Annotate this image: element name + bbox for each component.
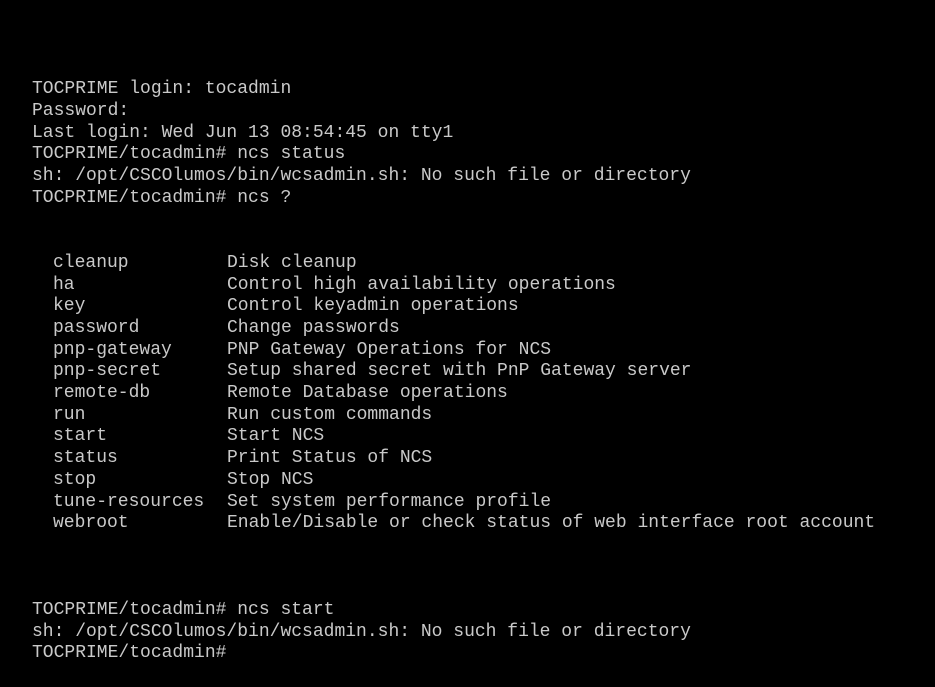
command-help-row: ha Control high availability operations	[32, 275, 875, 297]
command-help-row: stop Stop NCS	[32, 470, 875, 492]
command-description: Run custom commands	[227, 404, 433, 425]
command-description: Remote Database operations	[227, 383, 508, 404]
command-help-row: webroot Enable/Disable or check status of…	[32, 513, 875, 535]
command-description: Disk cleanup	[227, 252, 357, 273]
command-help-row: pnp-secret Setup shared secret with PnP G…	[32, 361, 875, 383]
command-help-row: start Start NCS	[32, 426, 875, 448]
command-help-row: key Control keyadmin operations	[32, 296, 875, 318]
command-description: Stop NCS	[227, 469, 314, 490]
command-name: stop	[53, 469, 97, 490]
terminal-line: sh: /opt/CSCOlumos/bin/wcsadmin.sh: No s…	[32, 166, 691, 187]
terminal-line: Last login: Wed Jun 13 08:54:45 on tty1	[32, 122, 454, 143]
command-name: remote-db	[53, 383, 151, 404]
command-description: PNP Gateway Operations for NCS	[227, 339, 552, 360]
command-name: password	[53, 318, 140, 338]
command-help-row: run Run custom commands	[32, 405, 875, 427]
terminal-line: TOCPRIME/tocadmin# ncs ?	[32, 187, 292, 208]
command-name: webroot	[53, 513, 129, 534]
terminal-line: TOCPRIME login: tocadmin	[32, 79, 292, 100]
command-description: Setup shared secret with PnP Gateway ser…	[227, 361, 692, 382]
command-help-row: password Change passwords	[32, 318, 875, 340]
command-description: Start NCS	[227, 426, 325, 447]
command-description: Set system performance profile	[227, 491, 552, 512]
terminal-line: TOCPRIME/tocadmin# ncs status	[32, 144, 346, 165]
command-name: tune-resources	[53, 491, 205, 512]
terminal-line: sh: /opt/CSCOlumos/bin/wcsadmin.sh: No s…	[32, 621, 691, 642]
terminal-line: Password:	[32, 101, 130, 122]
command-name: start	[53, 426, 108, 447]
command-help-row: tune-resources Set system performance pro…	[32, 492, 875, 514]
command-name: status	[53, 448, 118, 469]
command-description: Change passwords	[227, 318, 400, 338]
command-name: cleanup	[53, 252, 129, 273]
command-name: key	[53, 296, 86, 317]
command-help-row: remote-db Remote Database operations	[32, 383, 875, 405]
command-description: Control high availability operations	[227, 274, 616, 295]
command-name: pnp-secret	[53, 361, 162, 382]
command-help-row: status Print Status of NCS	[32, 448, 875, 470]
terminal-console[interactable]: TOCPRIME login: tocadmin Password: Last lo…	[32, 36, 875, 687]
command-name: ha	[53, 274, 75, 295]
command-description: Enable/Disable or check status of web in…	[227, 513, 876, 534]
shell-prompt: TOCPRIME/tocadmin#	[32, 643, 227, 664]
command-description: Print Status of NCS	[227, 448, 433, 469]
command-name: pnp-gateway	[53, 339, 172, 360]
command-name: run	[53, 404, 86, 425]
command-description: Control keyadmin operations	[227, 296, 519, 317]
command-help-row: pnp-gateway PNP Gateway Operations for NC…	[32, 340, 875, 362]
terminal-line: TOCPRIME/tocadmin# ncs start	[32, 599, 335, 620]
command-help-row: cleanup Disk cleanup	[32, 253, 875, 275]
